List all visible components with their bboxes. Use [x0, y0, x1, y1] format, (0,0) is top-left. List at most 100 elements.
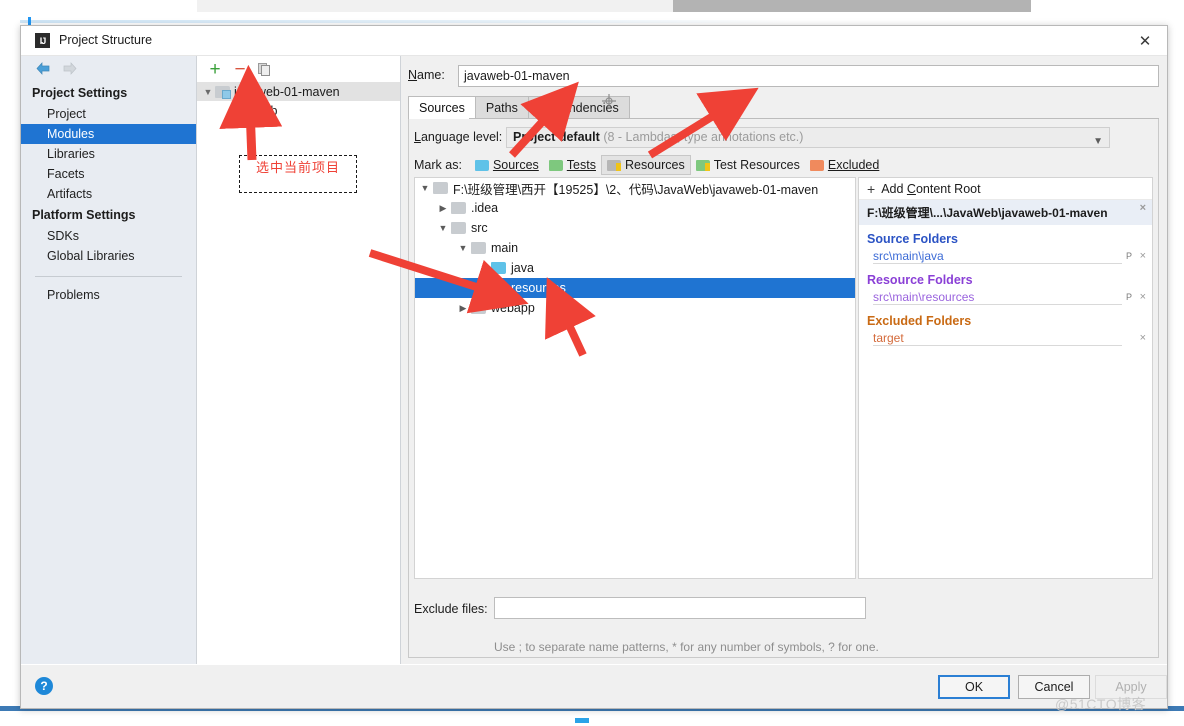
resource-folders-title: Resource Folders — [867, 273, 973, 287]
arrow-right-icon — [61, 61, 78, 76]
nav-group-project-settings: Project Settings Project Modules Librari… — [21, 82, 196, 204]
plus-icon: + — [867, 180, 876, 197]
mark-sources-label: Sources — [492, 158, 539, 172]
language-level-value: Project default — [513, 130, 600, 144]
mark-sources-button[interactable]: Sources — [470, 155, 544, 175]
modules-panel: + − ▼ javaweb-01-maven Web 选中当前项目 — [197, 56, 401, 664]
module-name-input[interactable]: javaweb-01-maven — [458, 65, 1159, 87]
backdrop-progress-tick — [575, 718, 589, 723]
language-level-label: Language level: — [414, 130, 503, 144]
excluded-folder-item[interactable]: target × — [859, 330, 1152, 348]
chevron-right-icon[interactable]: ▶ — [455, 303, 471, 314]
content-roots-pane: + Add Content Root F:\班级管理\...\JavaWeb\j… — [858, 177, 1153, 579]
mark-resources-label: Resources — [624, 158, 685, 172]
tree-row-main[interactable]: ▼ main — [415, 238, 855, 258]
remove-module-button[interactable]: − — [230, 59, 250, 79]
chevron-down-icon[interactable]: ▼ — [455, 243, 471, 253]
content-root-path-label: F:\班级管理\...\JavaWeb\javaweb-01-maven — [867, 206, 1108, 220]
sidebar-item-modules[interactable]: Modules — [21, 124, 196, 144]
facet-name: Web — [252, 103, 278, 118]
folder-tests-icon — [548, 159, 563, 171]
close-icon[interactable]: ✕ — [1123, 26, 1167, 56]
mark-tests-button[interactable]: Tests — [544, 155, 601, 175]
sidebar-item-libraries[interactable]: Libraries — [21, 144, 196, 164]
tree-row-content-root[interactable]: ▼ F:\班级管理\西开【19525】\2、代码\JavaWeb\javaweb… — [415, 178, 855, 198]
dialog-footer: ? OK Cancel Apply — [21, 664, 1167, 708]
package-prefix-icon[interactable]: P — [1126, 292, 1132, 302]
sidebar-item-artifacts[interactable]: Artifacts — [21, 184, 196, 204]
folder-plain-icon — [433, 182, 448, 194]
tree-spacer: ▶ — [475, 263, 491, 274]
annotation-text: 选中当前项目 — [255, 160, 340, 175]
remove-source-folder-icon[interactable]: × — [1140, 250, 1146, 262]
tree-label-java: java — [511, 261, 534, 275]
module-tree-row-root[interactable]: ▼ javaweb-01-maven — [197, 82, 400, 101]
ok-button[interactable]: OK — [938, 675, 1010, 699]
folder-resources-icon — [606, 159, 621, 171]
source-folder-path: src\main\java — [873, 249, 944, 263]
remove-excluded-folder-icon[interactable]: × — [1140, 332, 1146, 344]
add-content-root-label: Add Content Root — [881, 181, 981, 196]
mark-excluded-button[interactable]: Excluded — [805, 155, 884, 175]
remove-resource-folder-icon[interactable]: × — [1140, 291, 1146, 303]
module-detail-panel: Name: javaweb-01-maven Sources Paths Dep… — [401, 56, 1167, 664]
chevron-right-icon[interactable]: ▶ — [435, 203, 451, 214]
chevron-down-icon[interactable]: ▼ — [435, 223, 451, 233]
add-module-button[interactable]: + — [205, 59, 225, 79]
mark-resources-button[interactable]: Resources — [600, 155, 691, 175]
tree-row-src[interactable]: ▼ src — [415, 218, 855, 238]
tree-row-idea[interactable]: ▶ .idea — [415, 198, 855, 218]
tree-label-src: src — [471, 221, 488, 235]
tab-sources[interactable]: Sources — [408, 96, 476, 119]
folder-excluded-icon — [809, 159, 824, 171]
chevron-down-icon[interactable]: ▼ — [1093, 132, 1103, 147]
backdrop-status-bar-lower — [0, 711, 1184, 726]
row-rule — [873, 263, 1122, 264]
folder-sources-icon — [491, 262, 506, 274]
tree-label-content-root: F:\班级管理\西开【19525】\2、代码\JavaWeb\javaweb-0… — [453, 182, 819, 197]
source-folder-item[interactable]: src\main\java P × — [859, 248, 1152, 266]
package-prefix-icon[interactable]: P — [1126, 251, 1132, 261]
language-level-select[interactable]: Project default (8 - Lambdas, type annot… — [506, 127, 1110, 148]
mark-excluded-label: Excluded — [827, 158, 880, 172]
sidebar-item-project[interactable]: Project — [21, 104, 196, 124]
nav-history-bar — [21, 56, 196, 82]
name-row: Name: javaweb-01-maven — [408, 65, 1159, 87]
arrow-left-icon[interactable] — [35, 61, 52, 76]
dialog-body: Project Settings Project Modules Librari… — [21, 56, 1167, 664]
add-content-root-button[interactable]: + Add Content Root — [859, 178, 1152, 200]
chevron-down-icon[interactable]: ▼ — [201, 87, 215, 97]
excluded-folder-path: target — [873, 331, 904, 345]
row-rule — [873, 345, 1122, 346]
content-root-path[interactable]: F:\班级管理\...\JavaWeb\javaweb-01-maven × — [859, 200, 1152, 225]
module-folder-icon — [215, 85, 231, 99]
folder-plain-icon — [451, 222, 466, 234]
app-icon: IJ — [35, 33, 50, 48]
mark-tests-label: Tests — [566, 158, 596, 172]
sidebar-item-global-libraries[interactable]: Global Libraries — [21, 246, 196, 266]
resource-folder-item[interactable]: src\main\resources P × — [859, 289, 1152, 307]
folder-plain-icon — [451, 202, 466, 214]
dialog-title: Project Structure — [59, 33, 153, 47]
tab-paths[interactable]: Paths — [474, 96, 529, 119]
mark-as-label: Mark as: — [414, 158, 462, 172]
remove-content-root-icon[interactable]: × — [1140, 202, 1146, 214]
source-folders-title: Source Folders — [867, 232, 958, 246]
help-icon[interactable]: ? — [35, 677, 53, 695]
tree-label-idea: .idea — [471, 201, 499, 215]
sidebar-item-sdks[interactable]: SDKs — [21, 226, 196, 246]
module-tree-row-facet[interactable]: Web — [197, 101, 400, 120]
copy-module-button[interactable] — [254, 59, 274, 79]
mark-test-resources-button[interactable]: Test Resources — [691, 155, 805, 175]
folder-test-resources-icon — [695, 159, 710, 171]
name-label: Name: — [408, 68, 445, 82]
sidebar-item-problems[interactable]: Problems — [21, 285, 196, 305]
tree-row-resources[interactable]: ▶ resources — [415, 278, 855, 298]
exclude-files-input[interactable] — [494, 597, 866, 619]
chevron-down-icon[interactable]: ▼ — [417, 183, 433, 193]
crosshair-add-icon[interactable] — [601, 93, 617, 109]
tree-row-java[interactable]: ▶ java — [415, 258, 855, 278]
sidebar-item-facets[interactable]: Facets — [21, 164, 196, 184]
tree-row-webapp[interactable]: ▶ webapp — [415, 298, 855, 318]
project-structure-dialog: IJ Project Structure ✕ Project Settings … — [20, 25, 1168, 709]
